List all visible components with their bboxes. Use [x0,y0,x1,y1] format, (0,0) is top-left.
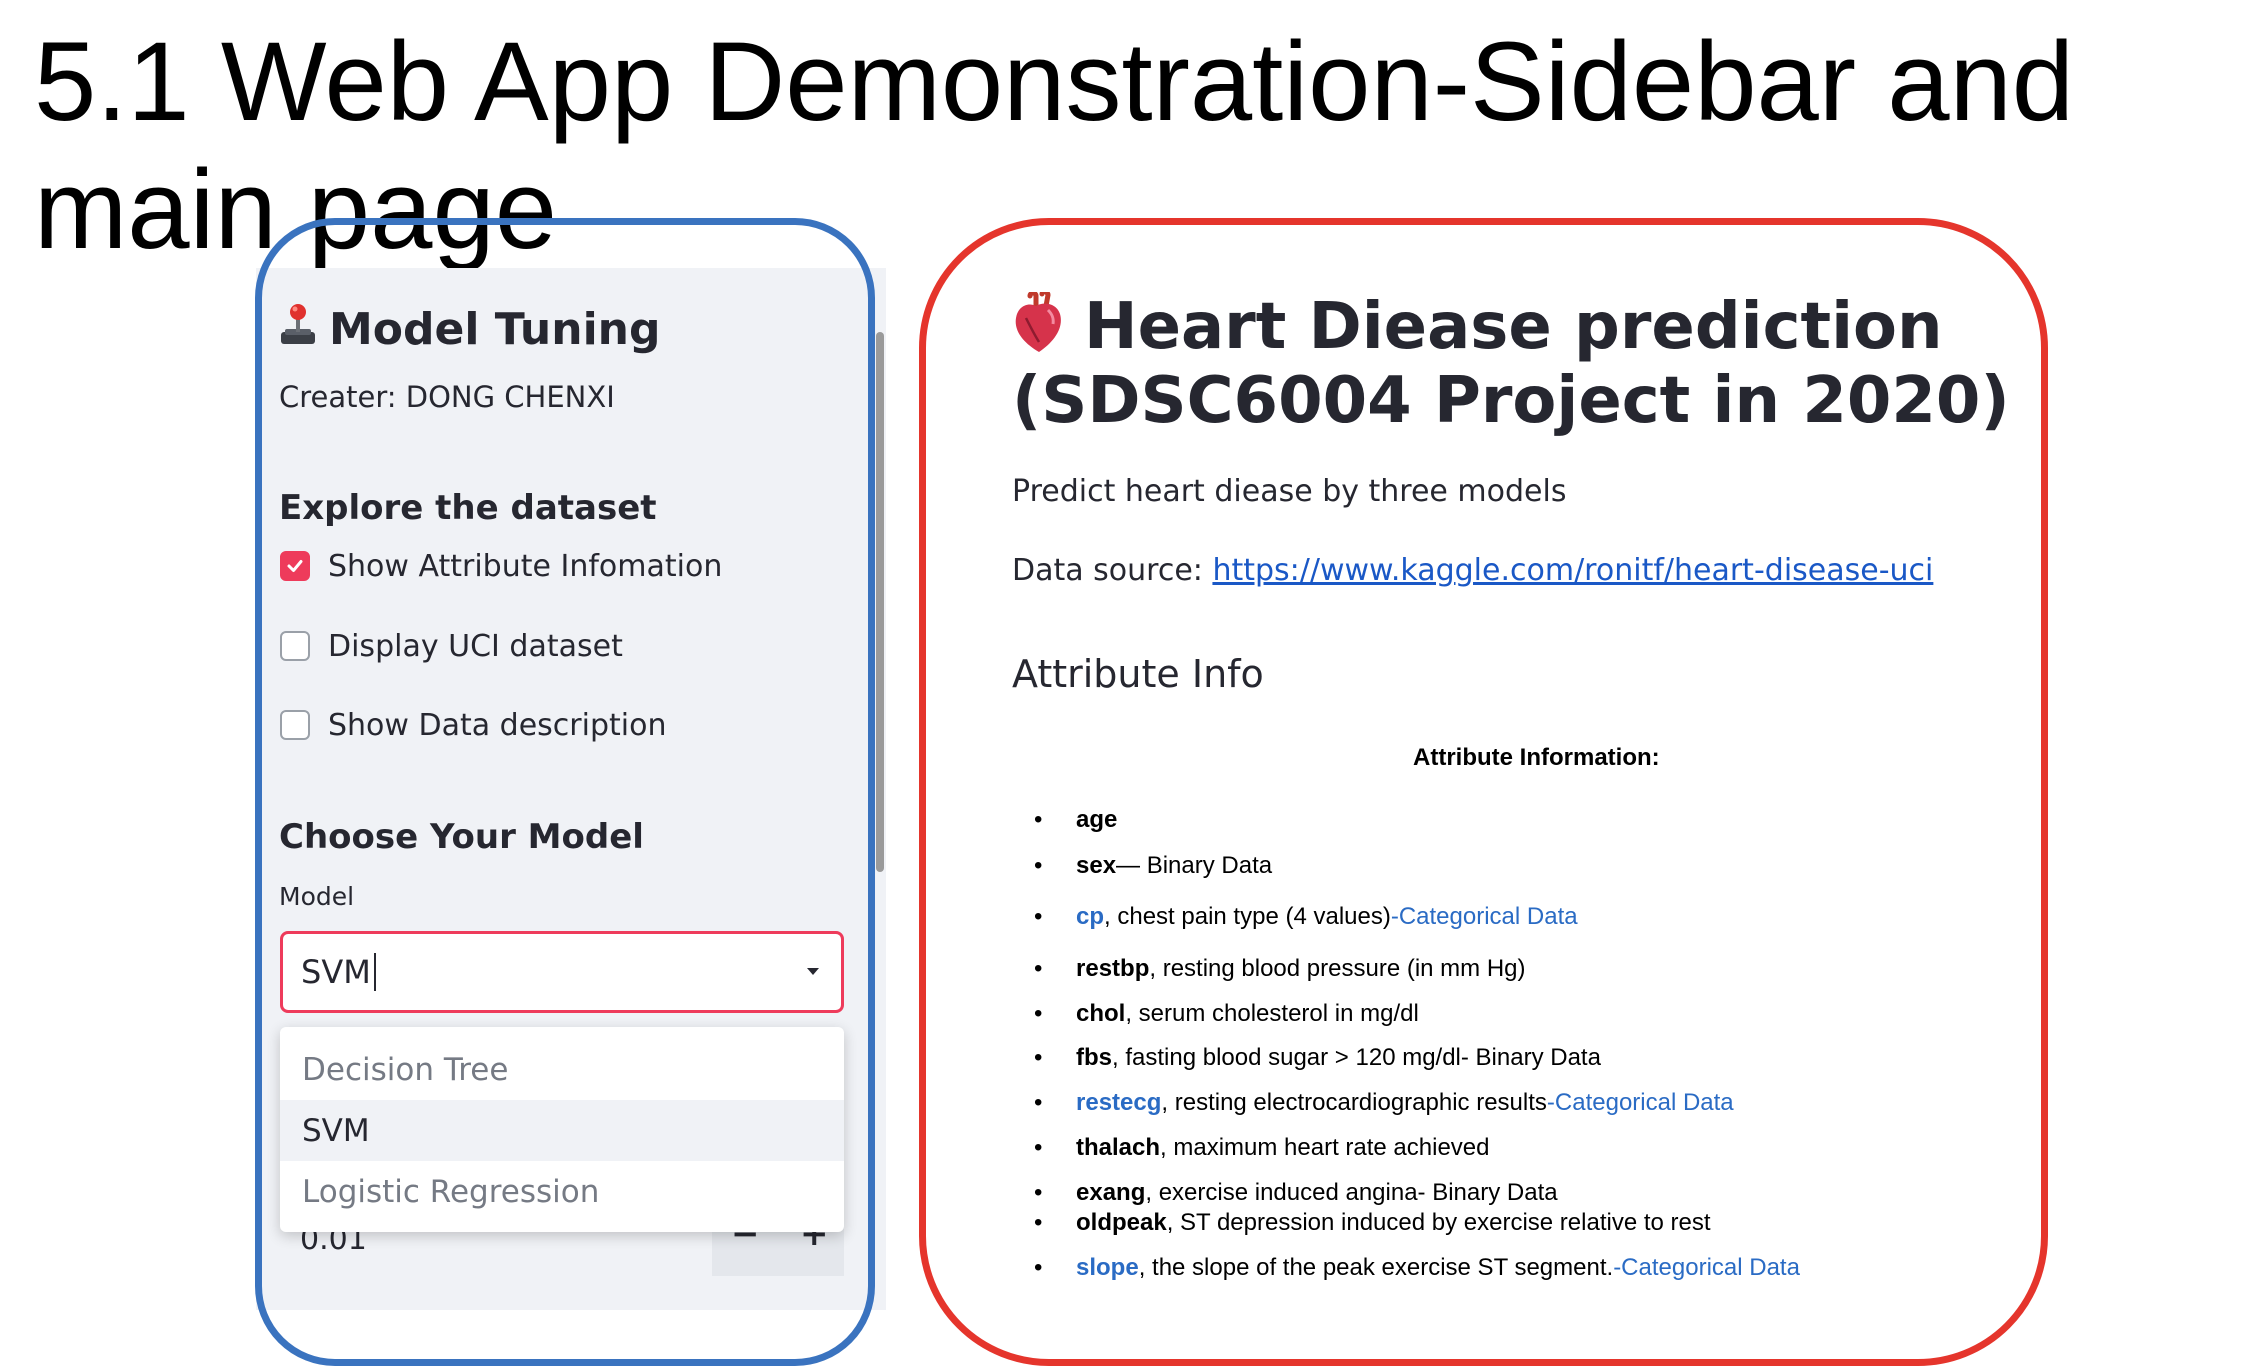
sidebar-highlight-outline [255,218,875,1366]
sidebar-scrollbar[interactable] [876,332,884,872]
main-page-highlight-outline [919,218,2048,1366]
